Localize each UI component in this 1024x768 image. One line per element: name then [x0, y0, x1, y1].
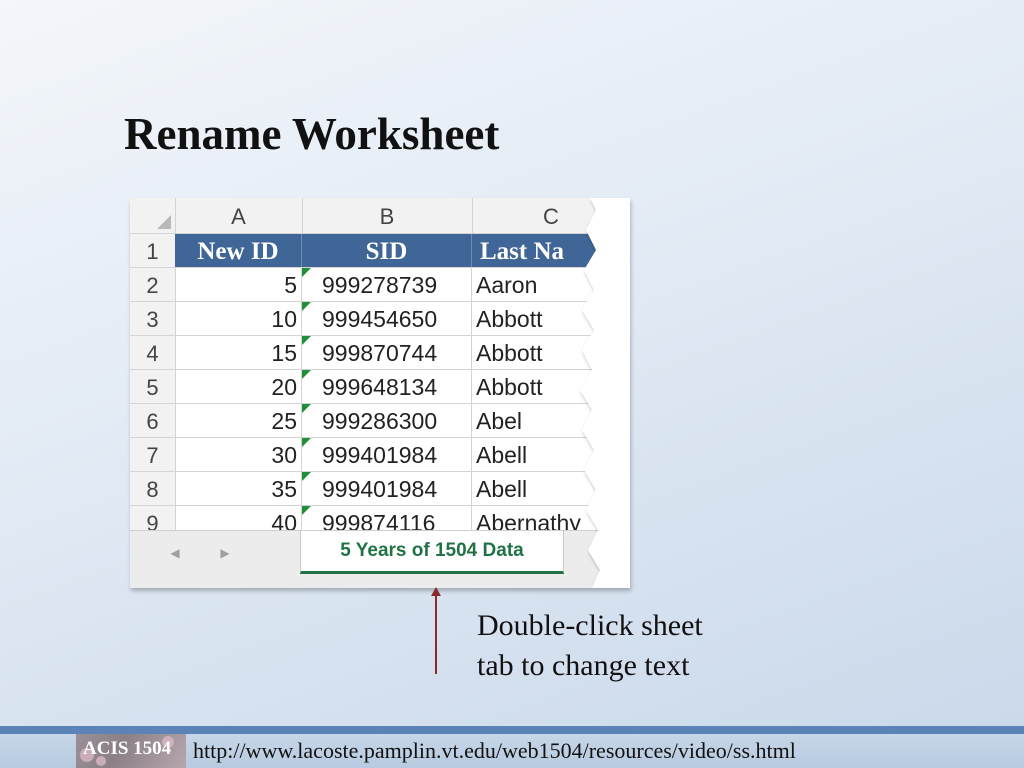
- slide-title: Rename Worksheet: [124, 109, 500, 159]
- cell-new-id[interactable]: 10: [175, 302, 302, 335]
- text-number-indicator-icon: [302, 506, 311, 515]
- cell-sid[interactable]: 999401984: [302, 472, 472, 505]
- text-number-indicator-icon: [302, 268, 311, 277]
- callout-text: Double-click sheet tab to change text: [477, 606, 817, 686]
- table-row: 8 35 999401984 Abell: [130, 472, 630, 506]
- callout-line-2: tab to change text: [477, 649, 690, 682]
- header-cell-sid[interactable]: SID: [302, 234, 472, 267]
- cell-sid[interactable]: 999286300: [302, 404, 472, 437]
- table-header-row: 1 New ID SID Last Na: [130, 234, 630, 268]
- cell-sid[interactable]: 999648134: [302, 370, 472, 403]
- table-row: 2 5 999278739 Aaron: [130, 268, 630, 302]
- sheet-tab[interactable]: 5 Years of 1504 Data: [300, 531, 564, 574]
- row-number[interactable]: 9: [130, 506, 176, 530]
- row-number[interactable]: 1: [130, 234, 176, 267]
- cell-new-id[interactable]: 20: [175, 370, 302, 403]
- row-number[interactable]: 4: [130, 336, 176, 369]
- row-number[interactable]: 7: [130, 438, 176, 471]
- text-number-indicator-icon: [302, 302, 311, 311]
- column-header-b[interactable]: B: [302, 198, 473, 233]
- text-number-indicator-icon: [302, 438, 311, 447]
- cell-sid[interactable]: 999870744: [302, 336, 472, 369]
- row-number[interactable]: 5: [130, 370, 176, 403]
- table-row: 9 40 999874116 Abernathy: [130, 506, 630, 530]
- pointer-arrow-icon: [431, 587, 441, 674]
- row-number[interactable]: 6: [130, 404, 176, 437]
- callout-line-1: Double-click sheet: [477, 609, 703, 642]
- previous-sheet-icon[interactable]: ◀: [168, 541, 182, 565]
- row-number[interactable]: 8: [130, 472, 176, 505]
- cell-new-id[interactable]: 35: [175, 472, 302, 505]
- table-row: 7 30 999401984 Abell: [130, 438, 630, 472]
- footer-url-link[interactable]: http://www.lacoste.pamplin.vt.edu/web150…: [193, 738, 796, 764]
- row-number[interactable]: 3: [130, 302, 176, 335]
- cell-sid[interactable]: 999874116: [302, 506, 472, 530]
- text-number-indicator-icon: [302, 404, 311, 413]
- column-header-a[interactable]: A: [175, 198, 303, 233]
- table-row: 4 15 999870744 Abbott: [130, 336, 630, 370]
- cell-new-id[interactable]: 15: [175, 336, 302, 369]
- text-number-indicator-icon: [302, 370, 311, 379]
- sheet-tabs-bar: ◀ ▶ 5 Years of 1504 Data: [130, 530, 630, 588]
- torn-edge-decoration: [580, 198, 630, 588]
- cell-new-id[interactable]: 5: [175, 268, 302, 301]
- text-number-indicator-icon: [302, 336, 311, 345]
- spreadsheet-screenshot: A B C 1 New ID SID Last Na 2 5 999278739…: [130, 198, 630, 588]
- cell-new-id[interactable]: 30: [175, 438, 302, 471]
- footer-divider: [0, 726, 1024, 734]
- cell-sid[interactable]: 999278739: [302, 268, 472, 301]
- select-all-corner[interactable]: [130, 198, 176, 233]
- text-number-indicator-icon: [302, 472, 311, 481]
- select-all-icon: [157, 215, 171, 229]
- next-sheet-icon[interactable]: ▶: [218, 541, 232, 565]
- column-header-bar: A B C: [130, 198, 630, 234]
- table-row: 5 20 999648134 Abbott: [130, 370, 630, 404]
- cell-sid[interactable]: 999401984: [302, 438, 472, 471]
- header-cell-new-id[interactable]: New ID: [175, 234, 302, 267]
- cell-new-id[interactable]: 40: [175, 506, 302, 530]
- cell-sid[interactable]: 999454650: [302, 302, 472, 335]
- logo-text: ACIS 1504: [83, 738, 172, 759]
- row-number[interactable]: 2: [130, 268, 176, 301]
- course-logo: ACIS 1504: [76, 734, 186, 768]
- table-row: 6 25 999286300 Abel: [130, 404, 630, 438]
- table-row: 3 10 999454650 Abbott: [130, 302, 630, 336]
- cell-new-id[interactable]: 25: [175, 404, 302, 437]
